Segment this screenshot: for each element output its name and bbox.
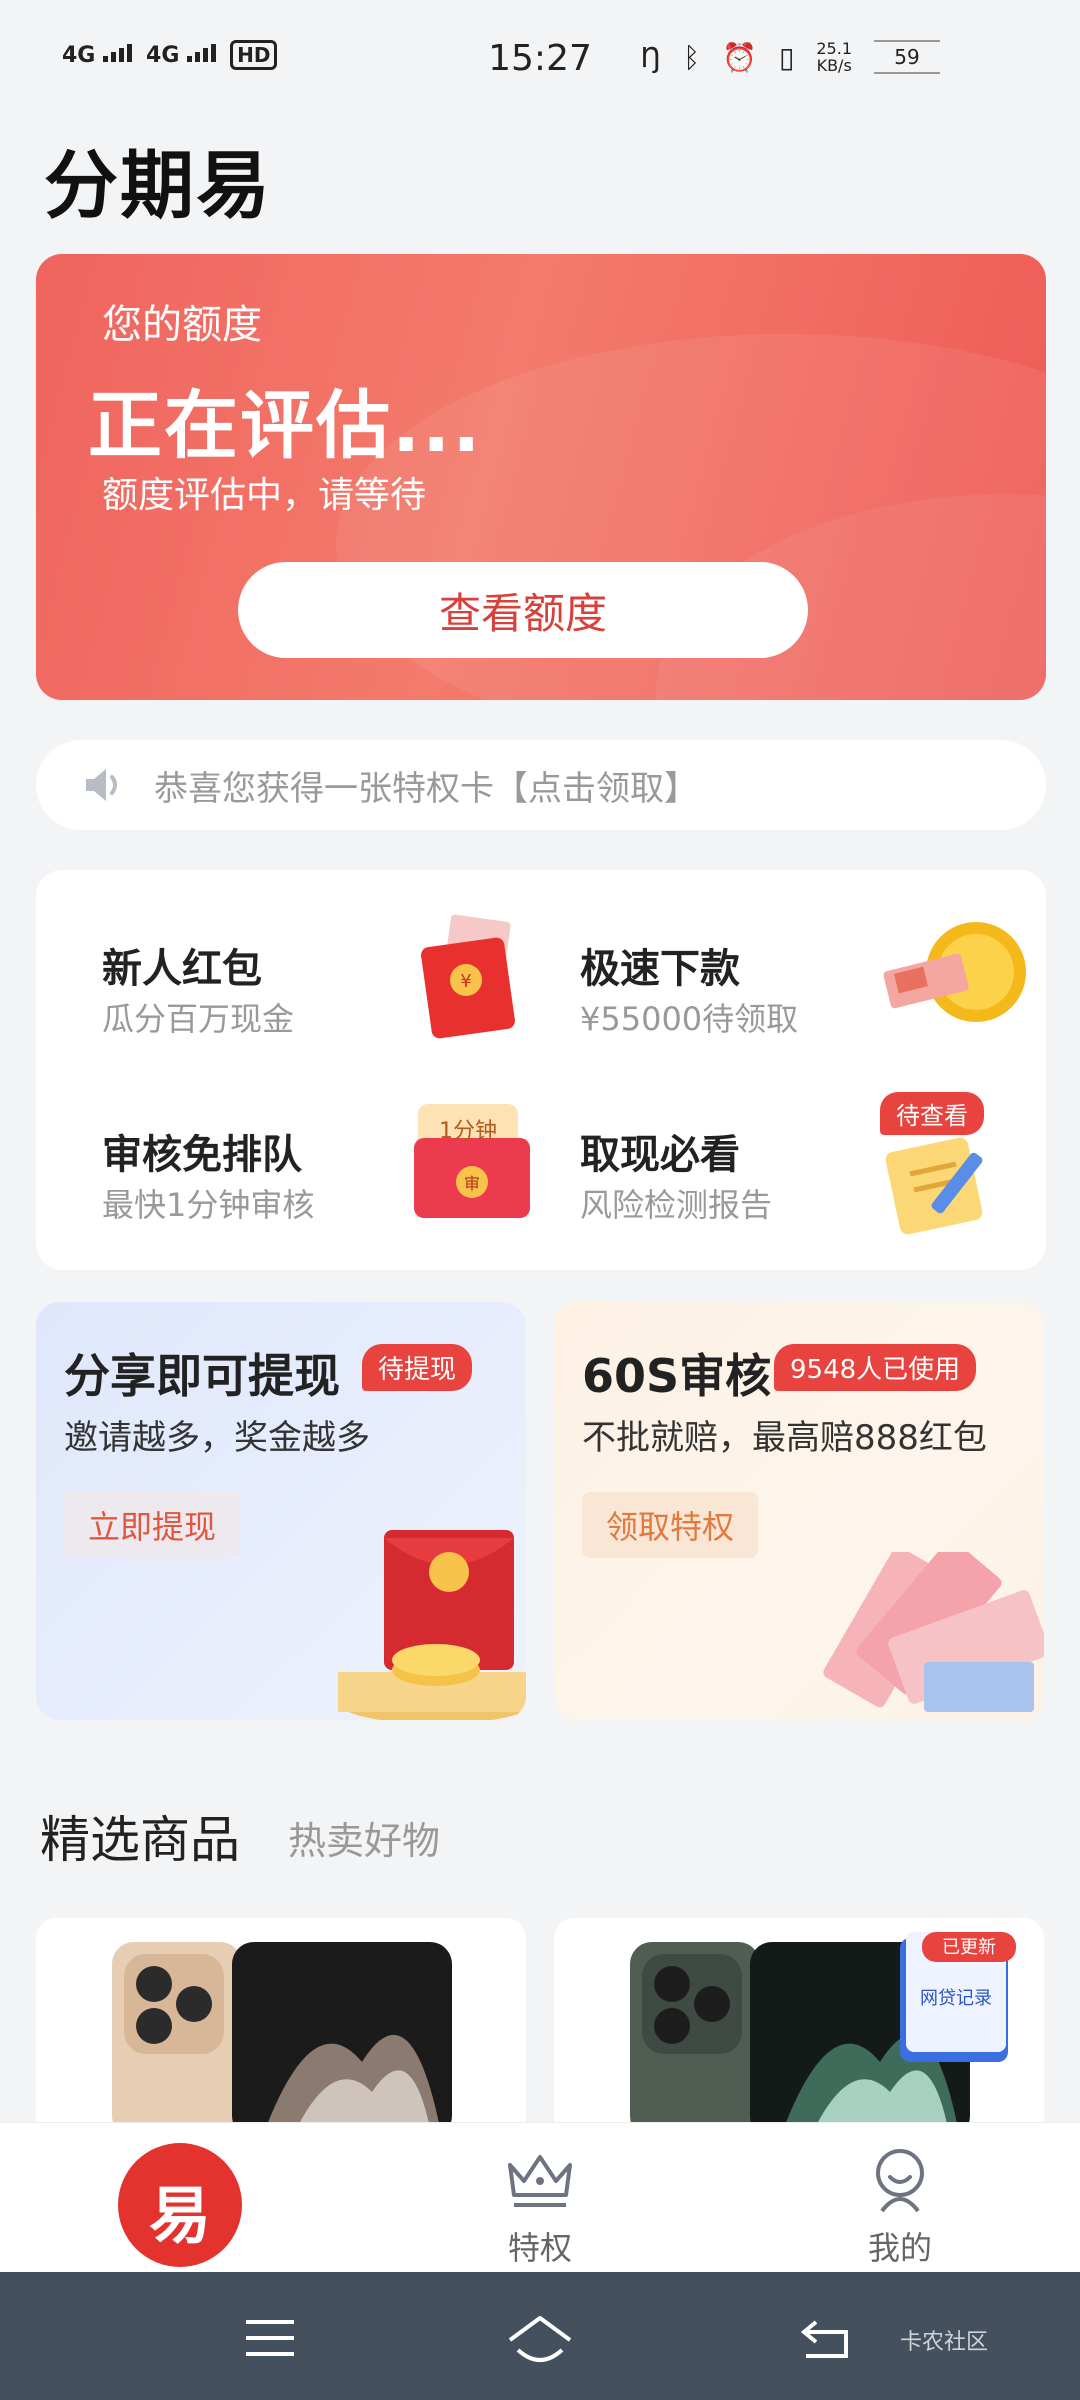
tab-label: 我的 <box>867 2229 932 2267</box>
credit-subtitle: 额度评估中，请等待 <box>102 475 427 516</box>
feature-subtitle: ¥55000待领取 <box>580 1000 799 1038</box>
promo-share-withdraw[interactable]: 分享即可提现 待提现 邀请越多，奖金越多 立即提现 <box>36 1302 526 1720</box>
svg-text:已更新: 已更新 <box>942 1937 996 1958</box>
feature-grid: 新人红包 瓜分百万现金 ¥ 极速下款 ¥55000待领取 审核免排队 最快1分钟… <box>36 870 1046 1270</box>
withdraw-now-button[interactable]: 立即提现 <box>64 1492 241 1558</box>
page-title: 分期易 <box>44 143 272 229</box>
red-envelope-coins-icon <box>338 1530 526 1720</box>
system-nav-bar: 卡农社区 <box>0 2272 1080 2400</box>
cash-bills-icon <box>823 1552 1044 1712</box>
feature-title: 新人红包 <box>102 946 262 992</box>
promo-title: 分享即可提现 <box>64 1349 340 1403</box>
document-icon: 已更新 网贷记录 <box>900 1932 1016 2062</box>
feature-fast-loan[interactable]: 极速下款 ¥55000待领取 <box>550 882 1026 1052</box>
notice-text: 恭喜您获得一张特权卡【点击领取】 <box>154 768 698 809</box>
profile-icon <box>876 2149 924 2213</box>
status-bar: 4G 4G HD 15:27 Ŋ ᛒ ⏰ ▯ 25.1 KB/s 59 <box>0 0 1080 120</box>
speaker-icon <box>86 769 117 801</box>
gold-coin-icon <box>883 922 1026 1022</box>
loan-record-floating-button[interactable]: 已更新 网贷记录 <box>896 1928 1016 2068</box>
product-card[interactable] <box>36 1918 526 2138</box>
feature-subtitle: 最快1分钟审核 <box>102 1186 315 1224</box>
one-minute-envelope-icon: 1分钟 审 <box>414 1104 530 1218</box>
tab-privilege[interactable]: 特权 <box>490 2123 590 2273</box>
credit-status: 正在评估... <box>88 383 483 469</box>
svg-text:网贷记录: 网贷记录 <box>920 1988 992 2009</box>
notice-bar[interactable]: 恭喜您获得一张特权卡【点击领取】 <box>36 740 1046 830</box>
svg-text:审: 审 <box>464 1174 480 1193</box>
home-icon[interactable] <box>504 2310 576 2366</box>
feature-subtitle: 风险检测报告 <box>580 1186 773 1224</box>
promo-title: 60S审核 <box>582 1349 772 1403</box>
bottom-tab-bar: 易 特权 我的 <box>0 2122 1080 2272</box>
back-icon[interactable] <box>796 2310 856 2366</box>
promo-60s-review[interactable]: 60S审核 9548人已使用 不批就赔，最高赔888红包 领取特权 <box>554 1302 1044 1720</box>
home-logo-icon: 易 <box>118 2143 242 2267</box>
tab-mine[interactable]: 我的 <box>850 2123 950 2273</box>
feature-subtitle: 瓜分百万现金 <box>102 1000 295 1038</box>
red-envelope-icon: ¥ <box>421 914 515 1039</box>
promo-subtitle: 邀请越多，奖金越多 <box>64 1418 370 1458</box>
feature-title: 极速下款 <box>580 946 740 992</box>
battery-indicator: 59 <box>874 40 940 74</box>
promo-subtitle: 不批就赔，最高赔888红包 <box>582 1418 987 1458</box>
feature-title: 取现必看 <box>580 1132 740 1178</box>
home-logo-glyph: 易 <box>148 2179 211 2252</box>
watermark: 卡农社区 <box>900 2330 989 2355</box>
section-title: 精选商品 <box>40 1811 240 1869</box>
vibrate-icon: ▯ <box>778 40 795 74</box>
feature-title: 审核免排队 <box>102 1132 302 1178</box>
feature-withdraw-guide[interactable]: 取现必看 风险检测报告 待查看 <box>550 1068 1020 1238</box>
credit-limit-card: 您的额度 正在评估... 额度评估中，请等待 查看额度 <box>36 254 1046 700</box>
bluetooth-icon: ᛒ <box>683 40 701 74</box>
svg-text:1分钟: 1分钟 <box>439 1119 497 1144</box>
feature-new-user-bonus[interactable]: 新人红包 瓜分百万现金 ¥ <box>72 882 542 1052</box>
nfc-icon: Ŋ <box>640 40 662 74</box>
view-limit-button[interactable]: 查看额度 <box>238 562 808 658</box>
section-subtitle: 热卖好物 <box>288 1819 441 1863</box>
feature-no-queue-review[interactable]: 审核免排队 最快1分钟审核 1分钟 审 <box>72 1068 542 1238</box>
svg-text:¥: ¥ <box>460 971 471 992</box>
menu-icon[interactable] <box>240 2310 300 2366</box>
notepad-icon <box>885 1137 983 1235</box>
network-speed: 25.1 KB/s <box>816 39 852 75</box>
tab-home[interactable]: 易 <box>118 2123 242 2273</box>
status-right: Ŋ ᛒ ⏰ ▯ 25.1 KB/s 59 <box>640 40 940 74</box>
tab-label: 特权 <box>507 2229 572 2267</box>
credit-label: 您的额度 <box>102 302 262 348</box>
crown-icon <box>508 2155 572 2207</box>
claim-privilege-button[interactable]: 领取特权 <box>582 1492 759 1558</box>
promo-badge: 9548人已使用 <box>774 1344 977 1391</box>
phone-gold-image <box>112 1942 452 2138</box>
promo-badge: 待提现 <box>362 1344 473 1391</box>
alarm-icon: ⏰ <box>722 40 757 74</box>
